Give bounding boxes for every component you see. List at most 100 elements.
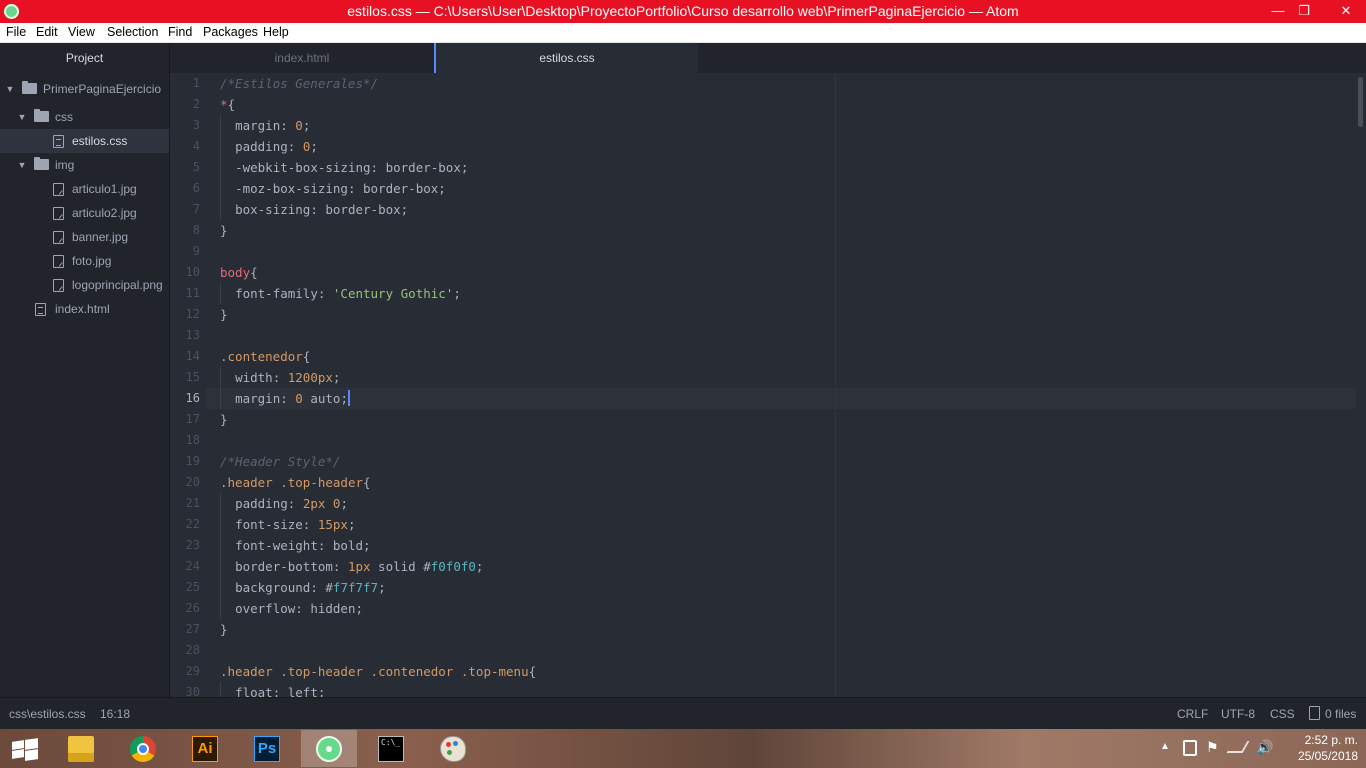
tab-index-html[interactable]: index.html bbox=[170, 43, 434, 73]
code-line[interactable]: overflow: hidden; bbox=[220, 598, 363, 619]
menu-selection[interactable]: Selection bbox=[107, 25, 158, 39]
chevron-down-icon[interactable]: ▼ bbox=[5, 77, 15, 101]
code-line[interactable]: font-weight: bold; bbox=[220, 535, 371, 556]
menu-help[interactable]: Help bbox=[263, 25, 289, 39]
show-hidden-icons-icon[interactable]: ▲ bbox=[1160, 741, 1170, 752]
tree-item-articulo2[interactable]: articulo2.jpg bbox=[0, 201, 169, 225]
code-line[interactable]: margin: 0 auto; bbox=[220, 388, 350, 409]
line-number: 3 bbox=[192, 118, 200, 132]
code-line[interactable]: font-family: 'Century Gothic'; bbox=[220, 283, 461, 304]
image-file-icon bbox=[53, 231, 64, 244]
taskbar-paint[interactable] bbox=[425, 730, 481, 767]
tree-item-primerpaginaejercicio[interactable]: ▼ PrimerPaginaEjercicio bbox=[0, 77, 169, 101]
line-number: 18 bbox=[185, 433, 200, 447]
status-line-ending[interactable]: CRLF bbox=[1177, 707, 1208, 721]
tree-item-img[interactable]: ▼ img bbox=[0, 153, 169, 177]
code-line[interactable]: /*Estilos Generales*/ bbox=[220, 73, 378, 94]
tree-item-articulo1[interactable]: articulo1.jpg bbox=[0, 177, 169, 201]
network-signal-icon[interactable] bbox=[1226, 741, 1250, 753]
taskbar-cmd[interactable]: C:\_ bbox=[363, 730, 419, 767]
menu-view[interactable]: View bbox=[68, 25, 95, 39]
start-button[interactable] bbox=[0, 729, 48, 768]
image-file-icon bbox=[53, 255, 64, 268]
menu-find[interactable]: Find bbox=[168, 25, 192, 39]
close-button[interactable]: ✕ bbox=[1326, 0, 1366, 23]
tree-item-label: banner.jpg bbox=[72, 230, 129, 244]
menu-edit[interactable]: Edit bbox=[36, 25, 58, 39]
status-grammar[interactable]: CSS bbox=[1270, 707, 1295, 721]
code-line[interactable]: body{ bbox=[220, 262, 258, 283]
tree-item-banner[interactable]: banner.jpg bbox=[0, 225, 169, 249]
tree-item-estilos-css[interactable]: estilos.css bbox=[0, 129, 169, 153]
code-line[interactable]: padding: 2px 0; bbox=[220, 493, 348, 514]
code-line[interactable]: .header .top-header{ bbox=[220, 472, 371, 493]
clock-date: 25/05/2018 bbox=[1297, 749, 1358, 763]
taskbar-chrome[interactable] bbox=[115, 730, 171, 767]
code-line[interactable]: -webkit-box-sizing: border-box; bbox=[220, 157, 468, 178]
taskbar-file-explorer[interactable] bbox=[53, 730, 109, 767]
line-number: 27 bbox=[185, 622, 200, 636]
status-git-files[interactable]: 0 files bbox=[1325, 707, 1356, 721]
code-line[interactable]: } bbox=[220, 619, 228, 640]
chevron-down-icon[interactable]: ▼ bbox=[17, 105, 27, 129]
tree-item-label: articulo1.jpg bbox=[72, 182, 137, 196]
action-center-flag-icon[interactable]: ⚑ bbox=[1206, 739, 1219, 756]
taskbar-clock[interactable]: 2:52 p. m. 25/05/2018 bbox=[1298, 732, 1358, 764]
code-editor[interactable]: 1 2 3 4 5 6 7 8 9 10 11 12 13 14 15 16 17 18 19 20 21 22 23 24 2… bbox=[170, 73, 1366, 697]
code-line[interactable]: .header .top-header .contenedor .top-men… bbox=[220, 661, 536, 682]
code-line[interactable]: font-size: 15px; bbox=[220, 514, 356, 535]
line-number: 5 bbox=[192, 160, 200, 174]
tab-bar: index.html estilos.css bbox=[170, 43, 1366, 73]
status-encoding[interactable]: UTF-8 bbox=[1221, 707, 1255, 721]
volume-icon[interactable]: 🔊 bbox=[1256, 739, 1273, 756]
tree-item-css[interactable]: ▼ css bbox=[0, 105, 169, 129]
code-line[interactable]: border-bottom: 1px solid #f0f0f0; bbox=[220, 556, 483, 577]
status-cursor-position[interactable]: 16:18 bbox=[100, 707, 130, 721]
maximize-button[interactable]: ❐ bbox=[1284, 0, 1324, 23]
device-icon[interactable] bbox=[1183, 740, 1197, 756]
illustrator-icon: Ai bbox=[192, 736, 218, 762]
taskbar-atom[interactable] bbox=[301, 730, 357, 767]
code-line[interactable]: box-sizing: border-box; bbox=[220, 199, 408, 220]
code-line[interactable]: background: #f7f7f7; bbox=[220, 577, 386, 598]
code-line[interactable]: } bbox=[220, 409, 228, 430]
line-number: 22 bbox=[185, 517, 200, 531]
line-number: 30 bbox=[185, 685, 200, 697]
tree-item-logoprincipal[interactable]: logoprincipal.png bbox=[0, 273, 169, 297]
chevron-down-icon[interactable]: ▼ bbox=[17, 153, 27, 177]
tree-item-label: index.html bbox=[55, 302, 110, 316]
code-line[interactable]: .contenedor{ bbox=[220, 346, 310, 367]
menu-file[interactable]: File bbox=[6, 25, 26, 39]
tree-item-foto[interactable]: foto.jpg bbox=[0, 249, 169, 273]
tab-estilos-css[interactable]: estilos.css bbox=[434, 43, 698, 73]
editor-scrollbar[interactable] bbox=[1358, 77, 1363, 127]
wrap-guide bbox=[835, 73, 836, 697]
code-line[interactable]: padding: 0; bbox=[220, 136, 318, 157]
cmd-icon: C:\_ bbox=[378, 736, 404, 762]
folder-icon bbox=[22, 81, 37, 94]
current-line-highlight bbox=[206, 388, 1356, 409]
tree-item-label: foto.jpg bbox=[72, 254, 112, 268]
taskbar-photoshop[interactable]: Ps bbox=[239, 730, 295, 767]
code-line[interactable]: /*Header Style*/ bbox=[220, 451, 340, 472]
menu-packages[interactable]: Packages bbox=[203, 25, 258, 39]
code-line[interactable]: } bbox=[220, 304, 228, 325]
code-line[interactable]: margin: 0; bbox=[220, 115, 310, 136]
tree-item-label: PrimerPaginaEjercicio bbox=[43, 82, 162, 96]
file-icon bbox=[35, 303, 46, 316]
code-line[interactable]: *{ bbox=[220, 94, 235, 115]
status-file-path[interactable]: css\estilos.css bbox=[9, 707, 86, 721]
line-number: 9 bbox=[192, 244, 200, 258]
line-number: 17 bbox=[185, 412, 200, 426]
line-number: 12 bbox=[185, 307, 200, 321]
line-number: 23 bbox=[185, 538, 200, 552]
line-number: 29 bbox=[185, 664, 200, 678]
taskbar-illustrator[interactable]: Ai bbox=[177, 730, 233, 767]
code-line[interactable]: -moz-box-sizing: border-box; bbox=[220, 178, 446, 199]
tree-item-index-html[interactable]: index.html bbox=[0, 297, 169, 321]
atom-icon bbox=[316, 736, 342, 762]
tree-item-label: img bbox=[55, 158, 75, 172]
code-line[interactable]: width: 1200px; bbox=[220, 367, 340, 388]
code-line[interactable]: float: left; bbox=[220, 682, 325, 697]
code-line[interactable]: } bbox=[220, 220, 228, 241]
